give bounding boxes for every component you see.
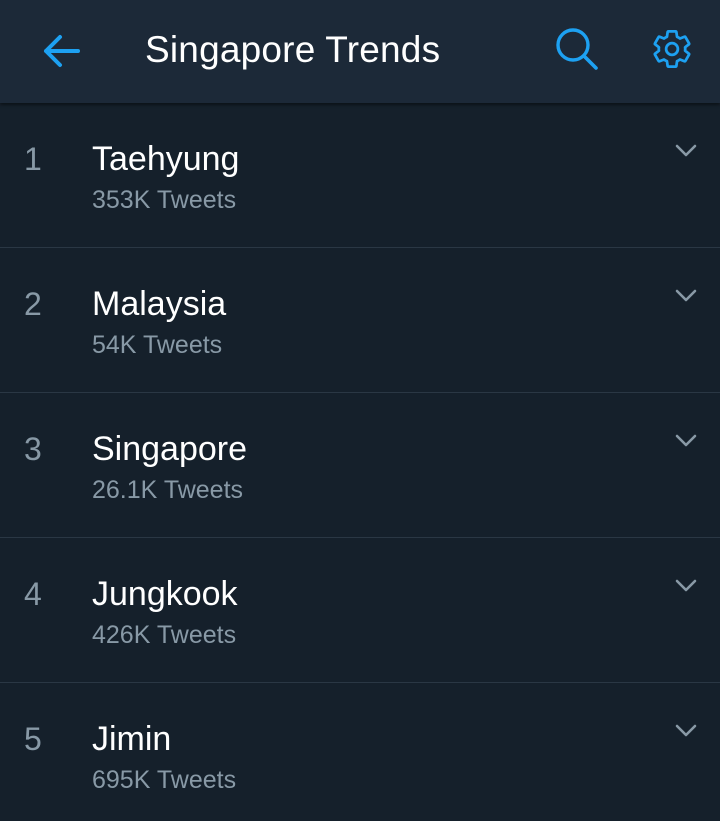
trend-rank: 3 — [24, 431, 42, 467]
trend-options-button[interactable] — [672, 721, 700, 741]
arrow-left-icon — [44, 35, 80, 67]
trend-rank: 4 — [24, 576, 42, 612]
trend-item[interactable]: 4 Jungkook 426K Tweets — [0, 538, 720, 683]
trend-item[interactable]: 2 Malaysia 54K Tweets — [0, 248, 720, 393]
chevron-down-icon — [675, 434, 697, 447]
search-icon — [556, 28, 598, 70]
chevron-down-icon — [675, 579, 697, 592]
trend-options-button[interactable] — [672, 141, 700, 161]
trend-tweet-count: 426K Tweets — [92, 621, 237, 649]
trends-list: 1 Taehyung 353K Tweets 2 Malaysia 54K Tw… — [0, 103, 720, 821]
trend-item[interactable]: 1 Taehyung 353K Tweets — [0, 103, 720, 248]
back-button[interactable] — [36, 27, 84, 75]
trend-tweet-count: 26.1K Tweets — [92, 476, 244, 504]
chevron-down-icon — [675, 724, 697, 737]
trend-name[interactable]: Jungkook — [92, 572, 238, 616]
page-title: Singapore Trends — [145, 29, 441, 70]
trends-screen: Singapore Trends 1 Taehyung 353K Tweets … — [0, 0, 720, 821]
trend-tweet-count: 54K Tweets — [92, 331, 223, 359]
trend-name[interactable]: Singapore — [92, 427, 247, 471]
trend-rank: 1 — [24, 141, 42, 177]
trend-options-button[interactable] — [672, 576, 700, 596]
trend-rank: 5 — [24, 721, 42, 757]
chevron-down-icon — [675, 144, 697, 157]
trend-rank: 2 — [24, 286, 42, 322]
trend-name[interactable]: Taehyung — [92, 137, 239, 181]
top-app-bar: Singapore Trends — [0, 0, 720, 103]
trend-options-button[interactable] — [672, 431, 700, 451]
settings-button[interactable] — [646, 23, 698, 75]
trend-item[interactable]: 3 Singapore 26.1K Tweets — [0, 393, 720, 538]
chevron-down-icon — [675, 289, 697, 302]
trend-name[interactable]: Jimin — [92, 717, 171, 761]
trend-tweet-count: 353K Tweets — [92, 186, 237, 214]
trend-name[interactable]: Malaysia — [92, 282, 226, 326]
search-button[interactable] — [551, 23, 603, 75]
trend-item[interactable]: 5 Jimin 695K Tweets — [0, 683, 720, 821]
trend-tweet-count: 695K Tweets — [92, 766, 237, 794]
trend-options-button[interactable] — [672, 286, 700, 306]
gear-icon — [653, 30, 691, 68]
